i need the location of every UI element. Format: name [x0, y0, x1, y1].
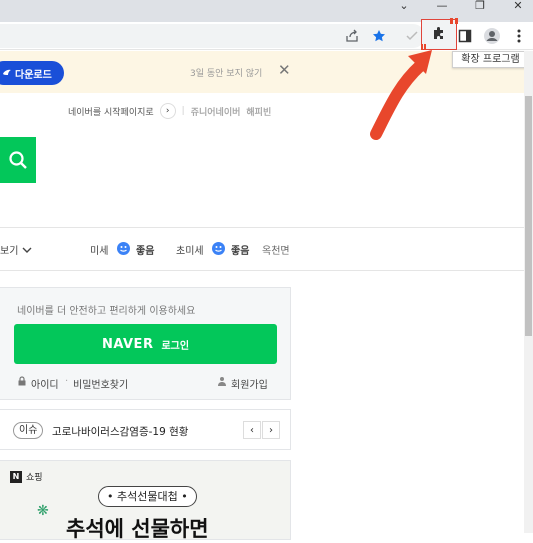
scrollbar-thumb[interactable]	[525, 96, 532, 336]
top-links: 네이버를 시작페이지로 › | 쥬니어네이버 해피빈	[68, 103, 271, 119]
find-password-link[interactable]: 비밀번호찾기	[73, 376, 128, 391]
dismiss-3days-link[interactable]: 3일 동안 보지 않기	[190, 66, 262, 79]
ultrafine-dust-label: 초미세	[176, 246, 204, 257]
chevron-right-icon[interactable]: ›	[159, 103, 176, 119]
junior-naver-link[interactable]: 쥬니어네이버	[191, 105, 241, 118]
search-button[interactable]	[0, 137, 36, 183]
page-scrollbar[interactable]	[524, 51, 533, 533]
person-icon	[217, 376, 227, 389]
login-label: 로그인	[161, 340, 190, 352]
tab-search-chevron-icon[interactable]: ⌄	[385, 0, 423, 14]
fine-dust-label: 미세	[90, 246, 109, 257]
whale-icon	[3, 69, 11, 75]
divider	[0, 270, 524, 271]
banner-close-icon[interactable]: ✕	[278, 61, 291, 79]
annotation-mark-icon	[450, 18, 458, 24]
naver-wordmark: NAVER	[101, 336, 154, 352]
naver-login-button[interactable]: NAVER 로그인	[14, 324, 277, 364]
search-icon	[9, 151, 27, 169]
naver-n-logo: N	[10, 470, 22, 483]
fine-dust-status: 좋음	[136, 246, 155, 257]
location-label[interactable]: 옥천면	[262, 242, 290, 257]
download-button[interactable]: 다운로드	[0, 61, 64, 85]
prev-news-button[interactable]: ‹	[243, 421, 261, 439]
divider: |	[181, 106, 185, 116]
download-label: 다운로드	[15, 69, 52, 81]
shopping-label: N 쇼핑	[10, 470, 43, 483]
annotation-mark-icon	[421, 44, 426, 50]
divider	[0, 227, 524, 228]
shopping-label-text: 쇼핑	[26, 473, 43, 483]
find-id-link[interactable]: 아이디	[31, 376, 59, 391]
separator: ·	[65, 376, 69, 387]
profile-icon[interactable]	[484, 28, 500, 44]
lock-icon	[17, 376, 27, 389]
minimize-button[interactable]: —	[423, 0, 461, 14]
issue-headline-link[interactable]: 고로나바이러스감염증-19 현황	[52, 424, 188, 439]
ultrafine-dust-status: 좋음	[231, 246, 250, 257]
good-face-icon	[117, 242, 130, 255]
signup-link[interactable]: 회원가입	[231, 376, 268, 391]
share-icon[interactable]	[344, 28, 360, 44]
issue-news-panel: 이슈 고로나바이러스감염증-19 현황 ‹ ›	[0, 409, 291, 450]
login-hint: 네이버를 더 안전하고 편리하게 이용하세요	[17, 306, 196, 317]
set-homepage-link[interactable]: 네이버를 시작페이지로	[68, 105, 154, 118]
menu-icon[interactable]	[511, 28, 527, 44]
login-panel: 네이버를 더 안전하고 편리하게 이용하세요 NAVER 로그인 아이디 · 비…	[0, 287, 291, 400]
annotation-arrow-icon	[370, 50, 432, 140]
promo-headline: 추석에 선물하면	[66, 517, 209, 541]
clover-icon: ❋	[37, 503, 49, 519]
issue-tag: 이슈	[13, 422, 44, 439]
next-news-button[interactable]: ›	[262, 421, 280, 439]
shopping-promo[interactable]: N 쇼핑 ❋ • 추석선물대첩 • 추석에 선물하면	[0, 460, 291, 541]
close-window-button[interactable]: ✕	[499, 0, 533, 14]
promo-pill: • 추석선물대첩 •	[98, 486, 197, 507]
chevron-down-icon	[22, 247, 32, 253]
happybean-link[interactable]: 해피빈	[246, 105, 271, 118]
good-face-icon	[212, 242, 225, 255]
extensions-tooltip: 확장 프로그램	[452, 51, 529, 68]
view-more-link[interactable]: 보기	[0, 242, 32, 257]
weather-bar: 보기 미세 좋음 초미세 좋음 옥천면	[0, 241, 524, 257]
restore-button[interactable]: ❐	[461, 0, 499, 14]
